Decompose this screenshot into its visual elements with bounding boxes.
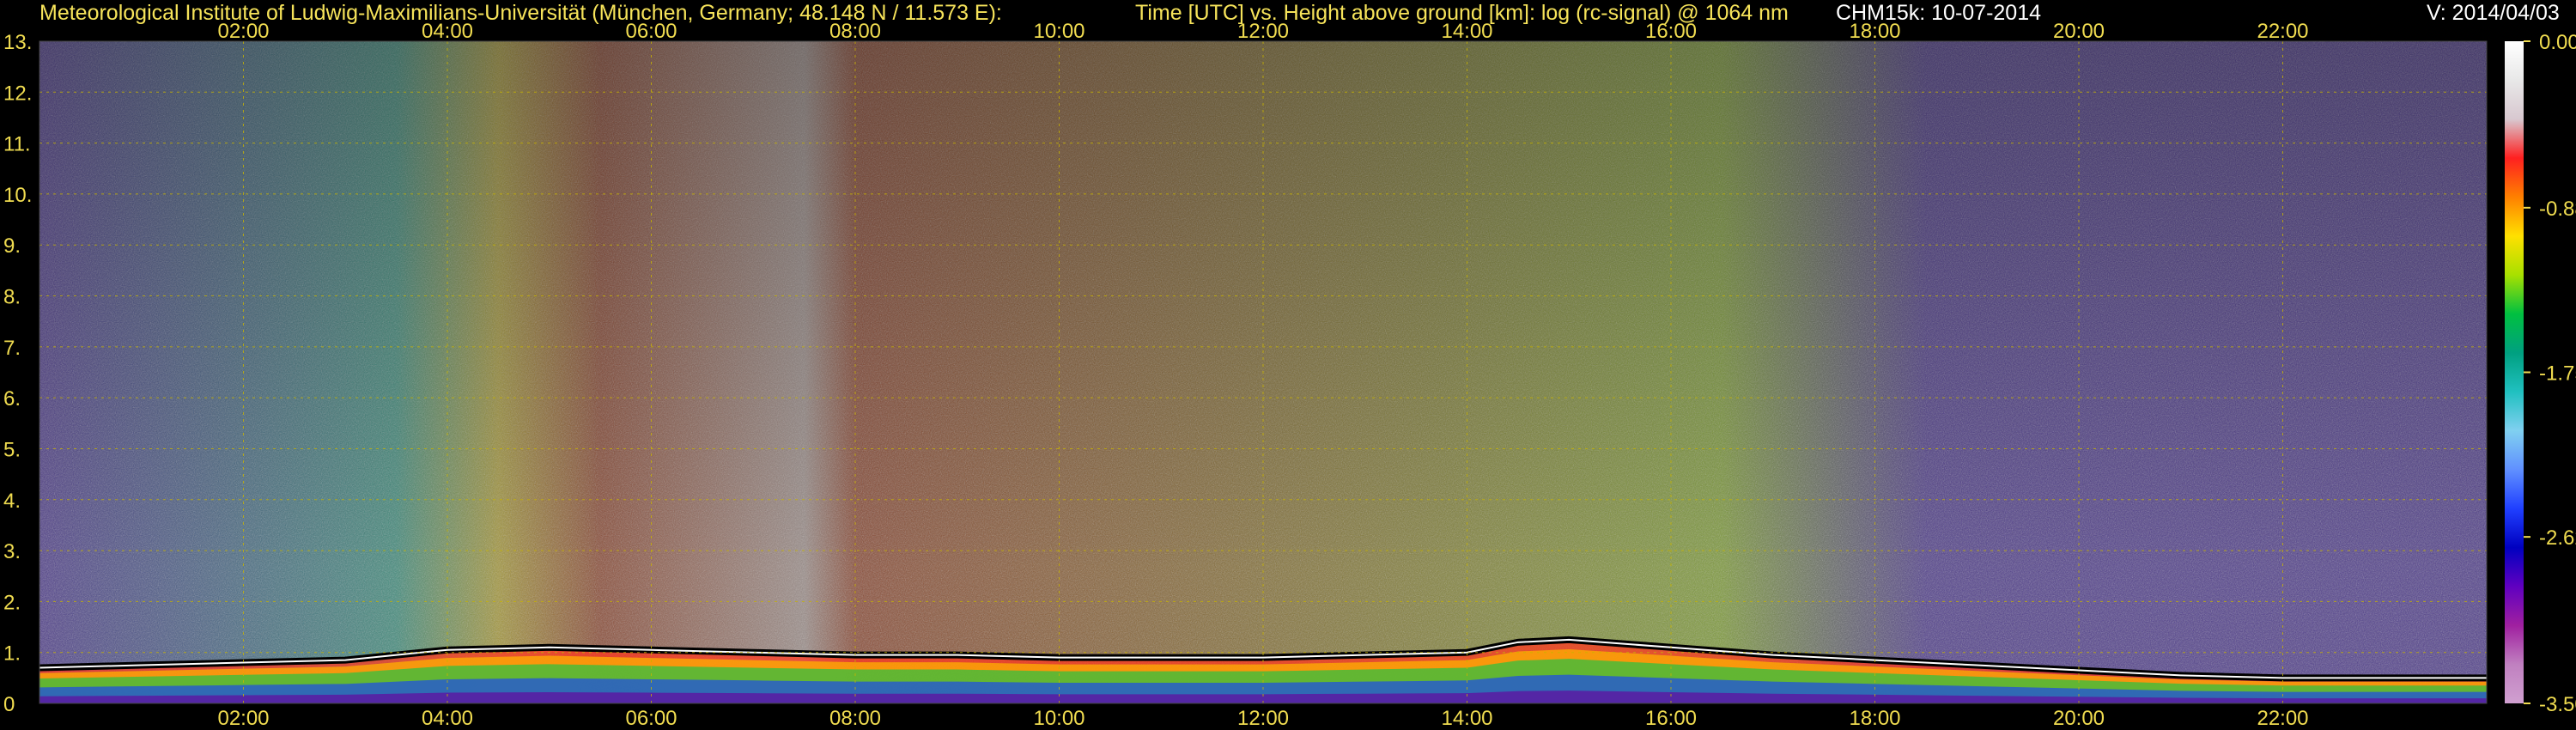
x-tick-label-bottom: 02:00 (217, 707, 269, 730)
header-institute: Meteorological Institute of Ludwig-Maxim… (39, 1, 1002, 25)
plot-area (39, 41, 2487, 703)
x-tick-label-bottom: 16:00 (1645, 707, 1697, 730)
x-tick-label-bottom: 08:00 (829, 707, 881, 730)
y-tick-label: 13. (3, 31, 32, 54)
x-tick-label-bottom: 12:00 (1237, 707, 1289, 730)
x-tick-label-bottom: 06:00 (625, 707, 677, 730)
y-tick-label: 9. (3, 234, 21, 258)
x-tick-label-bottom: 22:00 (2257, 707, 2308, 730)
y-tick-label: 6. (3, 387, 21, 411)
colorbar: 0.00 -0.88 -1.75 -2.62 -3.50 (2505, 31, 2576, 716)
colorbar-tick-label: 0.00 (2539, 31, 2576, 54)
y-tick-label: 7. (3, 337, 21, 360)
x-tick-label-bottom: 18:00 (1849, 707, 1900, 730)
y-tick-label: 1. (3, 642, 21, 666)
colorbar-tick-label: -1.75 (2539, 362, 2576, 386)
x-tick-label-top: 20:00 (2053, 20, 2105, 43)
colorbar-tick-label: -0.88 (2539, 198, 2576, 221)
colorbar-tick-label: -2.62 (2539, 526, 2576, 550)
colorbar-ticks: 0.00 -0.88 -1.75 -2.62 -3.50 (2524, 31, 2576, 716)
x-tick-label-bottom: 04:00 (422, 707, 473, 730)
y-axis: 0 1. 2. 3. 4. 5. 6. 7. 8. 9. 10. 11. 12. 13. (3, 31, 32, 716)
x-tick-label-bottom: 20:00 (2053, 707, 2105, 730)
x-tick-label-top: 22:00 (2257, 20, 2308, 43)
colorbar-scale (2505, 41, 2524, 703)
y-tick-label: 10. (3, 184, 32, 207)
x-tick-label-top: 10:00 (1033, 20, 1084, 43)
y-tick-label: 0 (3, 693, 15, 716)
x-tick-label-bottom: 10:00 (1033, 707, 1084, 730)
header-version: V: 2014/04/03 (2427, 1, 2560, 25)
y-tick-label: 2. (3, 591, 21, 614)
ceilometer-chart: 02:00 04:00 06:00 08:00 10:00 12:00 14:00 16:00… (3, 20, 2576, 730)
colorbar-tick-label: -3.50 (2539, 693, 2576, 716)
y-tick-label: 3. (3, 540, 21, 563)
y-tick-label: 11. (3, 133, 31, 156)
y-tick-label: 8. (3, 286, 21, 309)
x-tick-label-bottom: 14:00 (1441, 707, 1492, 730)
y-tick-label: 12. (3, 82, 32, 105)
x-axis-bottom: 02:00 04:00 06:00 08:00 10:00 12:00 14:00 16:00… (217, 707, 2308, 730)
header-description: Time [UTC] vs. Height above ground [km]:… (1135, 1, 1789, 25)
y-tick-label: 4. (3, 490, 21, 513)
y-tick-label: 5. (3, 438, 21, 461)
header-instrument: CHM15k: 10-07-2014 (1836, 1, 2042, 25)
